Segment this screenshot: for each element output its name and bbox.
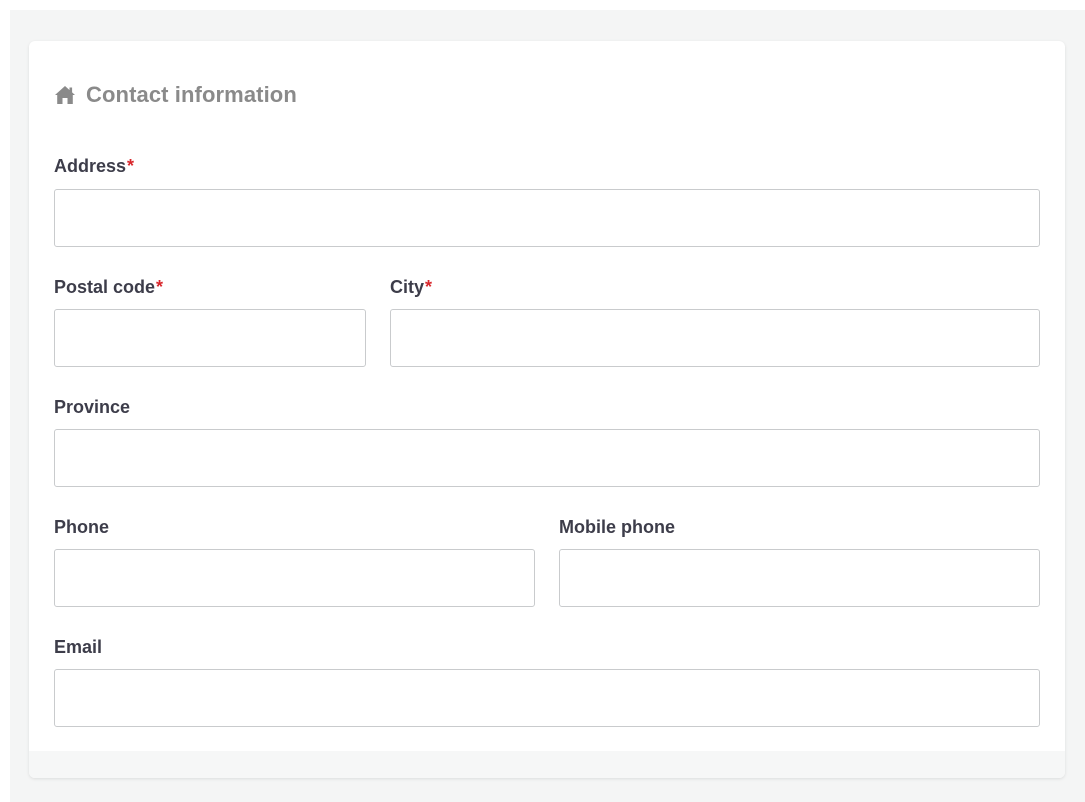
city-label-text: City	[390, 277, 425, 297]
card-header: Contact information	[54, 82, 297, 108]
email-label: Email	[54, 637, 102, 658]
email-input[interactable]	[54, 669, 1040, 727]
province-input[interactable]	[54, 429, 1040, 487]
address-label: Address*	[54, 156, 134, 177]
postal-code-label-text: Postal code	[54, 277, 156, 297]
address-label-text: Address	[54, 156, 127, 176]
mobile-phone-label: Mobile phone	[559, 517, 675, 538]
mobile-phone-label-text: Mobile phone	[559, 517, 675, 537]
postal-code-input[interactable]	[54, 309, 366, 367]
phone-label-text: Phone	[54, 517, 110, 537]
city-input[interactable]	[390, 309, 1040, 367]
city-required-mark: *	[425, 277, 433, 297]
phone-label: Phone	[54, 517, 109, 538]
email-label-text: Email	[54, 637, 103, 657]
home-icon	[55, 86, 75, 104]
card-footer	[29, 751, 1065, 778]
postal-code-required-mark: *	[156, 277, 164, 297]
address-input[interactable]	[54, 189, 1040, 247]
province-label: Province	[54, 397, 130, 418]
postal-code-label: Postal code*	[54, 277, 163, 298]
section-title: Contact information	[86, 82, 297, 107]
address-required-mark: *	[127, 156, 135, 176]
contact-information-card: Contact information Address* Postal code…	[29, 41, 1065, 778]
province-label-text: Province	[54, 397, 131, 417]
city-label: City*	[390, 277, 432, 298]
mobile-phone-input[interactable]	[559, 549, 1040, 607]
phone-input[interactable]	[54, 549, 535, 607]
